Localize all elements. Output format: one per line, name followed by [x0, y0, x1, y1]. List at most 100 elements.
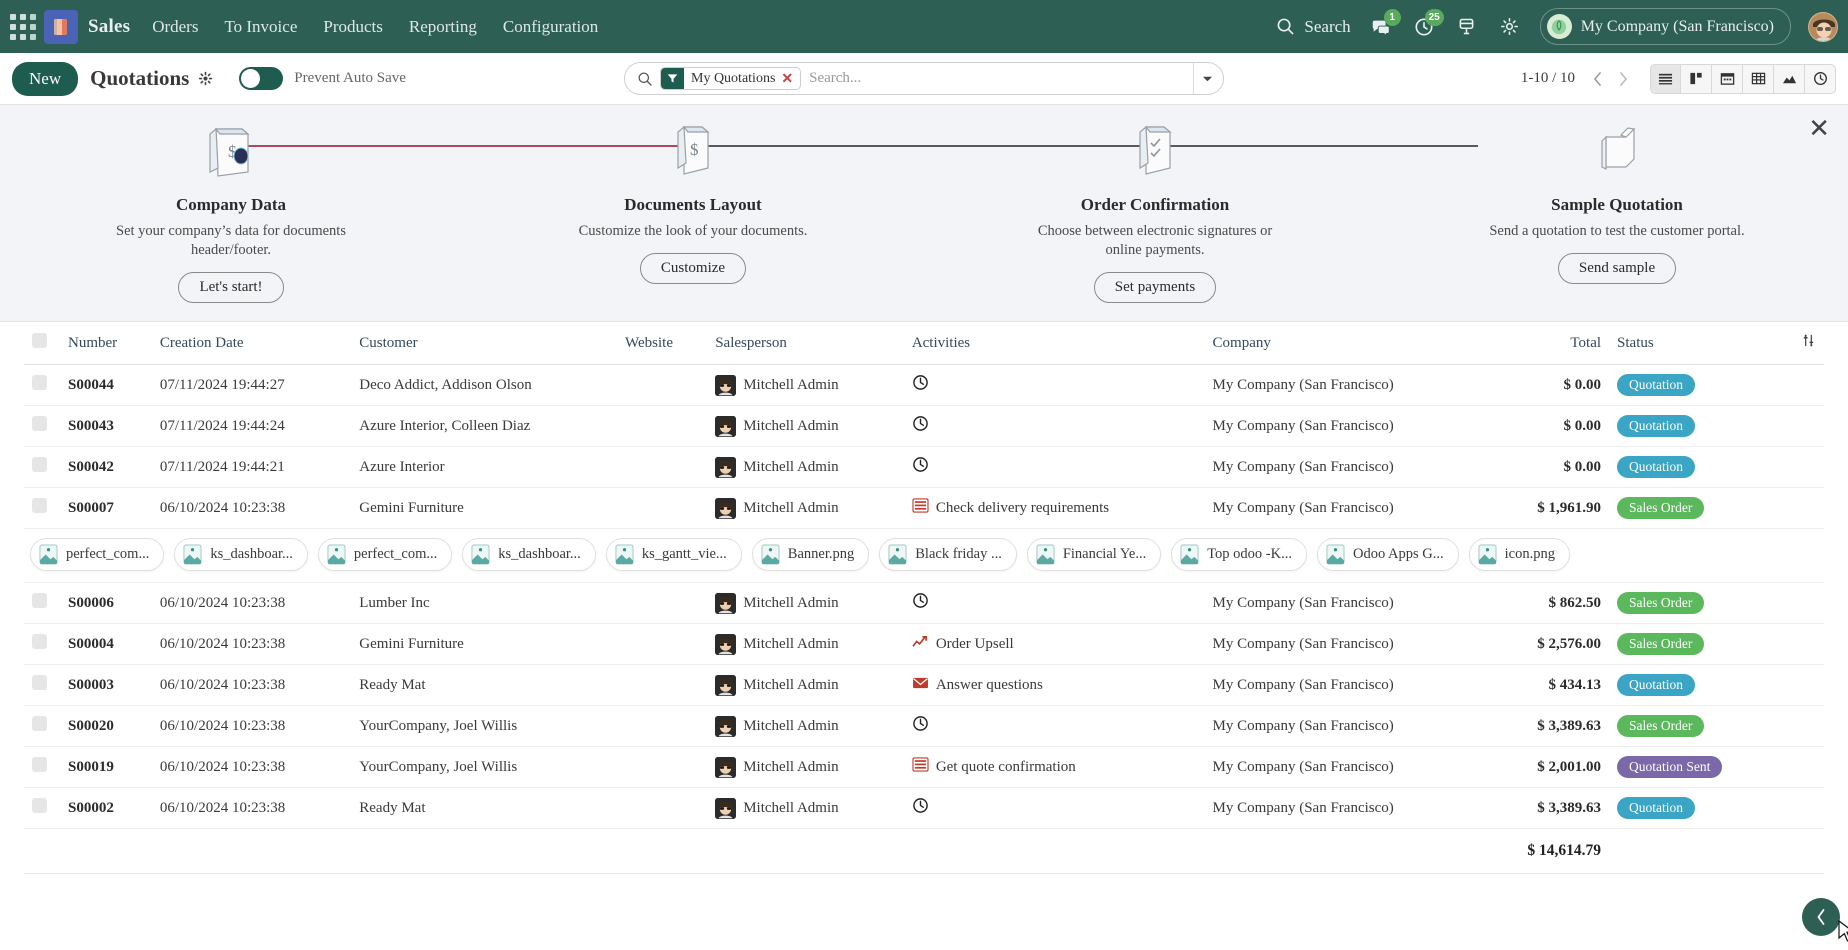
- cell-activities[interactable]: [903, 405, 1205, 448]
- col-activities[interactable]: Activities: [903, 322, 1205, 366]
- row-checkbox[interactable]: [32, 593, 47, 609]
- cell-activities[interactable]: [903, 787, 1205, 830]
- clock-icon[interactable]: [912, 592, 929, 614]
- knowledge-button[interactable]: [1454, 14, 1480, 40]
- clock-icon[interactable]: [912, 715, 929, 737]
- collapse-panel-button[interactable]: [1802, 898, 1840, 936]
- clock-icon[interactable]: [912, 415, 929, 437]
- row-checkbox[interactable]: [32, 457, 47, 473]
- nav-item-products[interactable]: Products: [323, 17, 383, 37]
- prevent-auto-save-toggle[interactable]: [239, 67, 284, 90]
- attachment-chip[interactable]: icon.png: [1468, 538, 1570, 572]
- cell-activities[interactable]: [903, 446, 1205, 489]
- set-payments-button[interactable]: Set payments: [1093, 272, 1217, 304]
- search-dropdown-toggle[interactable]: [1193, 63, 1221, 94]
- col-customer[interactable]: Customer: [351, 322, 618, 366]
- attachment-chip[interactable]: perfect_com...: [30, 538, 165, 572]
- apps-grid-icon[interactable]: [6, 10, 40, 44]
- attachment-chip[interactable]: Odoo Apps G...: [1316, 538, 1459, 572]
- cell-number[interactable]: S00004: [60, 623, 152, 666]
- cell-number[interactable]: S00002: [60, 787, 152, 830]
- attachment-chip[interactable]: Banner.png: [751, 538, 870, 572]
- lets-start-button[interactable]: Let's start!: [178, 272, 284, 304]
- select-all-checkbox[interactable]: [32, 333, 47, 349]
- attachment-chip[interactable]: perfect_com...: [317, 538, 453, 572]
- col-company[interactable]: Company: [1204, 322, 1483, 366]
- chart-up-red-icon[interactable]: [912, 634, 929, 654]
- row-checkbox[interactable]: [32, 375, 47, 391]
- row-checkbox[interactable]: [32, 634, 47, 650]
- cell-activities[interactable]: Check delivery requirements: [903, 487, 1205, 530]
- activities-button[interactable]: 25: [1411, 8, 1444, 40]
- col-number[interactable]: Number: [60, 322, 152, 366]
- customize-button[interactable]: Customize: [639, 253, 747, 285]
- cell-number[interactable]: S00042: [60, 446, 152, 489]
- cell-activities[interactable]: Order Upsell: [903, 623, 1205, 666]
- attachment-chip[interactable]: ks_dashboar...: [462, 538, 596, 572]
- attachment-chip[interactable]: ks_dashboar...: [174, 538, 308, 572]
- col-website[interactable]: Website: [617, 322, 708, 366]
- send-sample-button[interactable]: Send sample: [1557, 253, 1677, 285]
- search-bar[interactable]: My Quotations ✕: [624, 62, 1224, 95]
- company-selector[interactable]: My Company (San Francisco): [1539, 8, 1791, 45]
- envelope-red-icon[interactable]: [912, 676, 929, 695]
- clock-icon[interactable]: [912, 456, 929, 478]
- sales-app-icon[interactable]: [44, 9, 78, 44]
- clock-icon[interactable]: [912, 797, 929, 819]
- page-settings-gear-icon[interactable]: [198, 71, 213, 86]
- col-status[interactable]: Status: [1609, 322, 1781, 366]
- cell-number[interactable]: S00003: [60, 664, 152, 707]
- attachment-chip[interactable]: Financial Ye...: [1026, 538, 1162, 572]
- pager-next-button[interactable]: [1610, 66, 1636, 92]
- avatar[interactable]: [1808, 11, 1838, 42]
- view-kanban-button[interactable]: [1681, 63, 1712, 94]
- clock-icon[interactable]: [912, 374, 929, 396]
- row-checkbox[interactable]: [32, 498, 47, 514]
- col-total[interactable]: Total: [1482, 322, 1610, 366]
- view-calendar-button[interactable]: [1712, 63, 1743, 94]
- row-checkbox[interactable]: [32, 675, 47, 691]
- cell-activities[interactable]: Answer questions: [903, 664, 1205, 707]
- row-checkbox[interactable]: [32, 416, 47, 432]
- row-checkbox[interactable]: [32, 798, 47, 814]
- search-facet-my-quotations[interactable]: My Quotations ✕: [660, 67, 802, 90]
- cell-number[interactable]: S00007: [60, 487, 152, 530]
- cell-activities[interactable]: [903, 364, 1205, 407]
- list-red-icon[interactable]: [912, 757, 929, 777]
- row-checkbox[interactable]: [32, 757, 47, 773]
- remove-facet-icon[interactable]: ✕: [781, 70, 800, 87]
- table-row[interactable]: S00007 06/10/2024 10:23:38 Gemini Furnitur…: [24, 487, 1824, 530]
- table-row[interactable]: S00044 07/11/2024 19:44:27 Deco Addict, Ad…: [24, 364, 1824, 407]
- search-input[interactable]: [809, 70, 1193, 87]
- pager-previous-button[interactable]: [1584, 66, 1610, 92]
- view-list-button[interactable]: [1650, 63, 1681, 94]
- cell-number[interactable]: S00019: [60, 746, 152, 789]
- messages-button[interactable]: 1: [1368, 8, 1401, 40]
- pager-count[interactable]: 1-10 / 10: [1512, 70, 1584, 87]
- attachment-chip[interactable]: Top odoo -K...: [1171, 538, 1307, 572]
- nav-item-orders[interactable]: Orders: [152, 17, 198, 37]
- table-row[interactable]: S00004 06/10/2024 10:23:38 Gemini Furnitur…: [24, 623, 1824, 666]
- col-salesperson[interactable]: Salesperson: [707, 322, 904, 366]
- table-row[interactable]: S00006 06/10/2024 10:23:38 Lumber Inc Mitch…: [24, 582, 1824, 625]
- navbar-search-button[interactable]: Search: [1276, 17, 1351, 37]
- list-red-icon[interactable]: [912, 498, 929, 518]
- view-graph-button[interactable]: [1774, 63, 1805, 94]
- nav-item-reporting[interactable]: Reporting: [409, 17, 477, 37]
- attachment-chip[interactable]: ks_gantt_vie...: [605, 538, 742, 572]
- view-activity-button[interactable]: [1805, 63, 1836, 94]
- table-row[interactable]: S00042 07/11/2024 19:44:21 Azure Interior M…: [24, 446, 1824, 489]
- nav-brand[interactable]: Sales: [88, 16, 130, 38]
- row-checkbox[interactable]: [32, 716, 47, 732]
- table-row[interactable]: S00019 06/10/2024 10:23:38 YourCompany, Jo…: [24, 746, 1824, 789]
- cell-number[interactable]: S00006: [60, 582, 152, 625]
- attachment-chip[interactable]: Black friday ...: [879, 538, 1017, 572]
- cell-number[interactable]: S00020: [60, 705, 152, 748]
- column-options-icon[interactable]: [1801, 333, 1816, 353]
- table-row[interactable]: S00043 07/11/2024 19:44:24 Azure Interior,…: [24, 405, 1824, 448]
- table-row[interactable]: S00020 06/10/2024 10:23:38 YourCompany, Jo…: [24, 705, 1824, 748]
- nav-item-to-invoice[interactable]: To Invoice: [224, 17, 297, 37]
- new-button[interactable]: New: [12, 61, 79, 96]
- cell-activities[interactable]: [903, 705, 1205, 748]
- cell-number[interactable]: S00044: [60, 364, 152, 407]
